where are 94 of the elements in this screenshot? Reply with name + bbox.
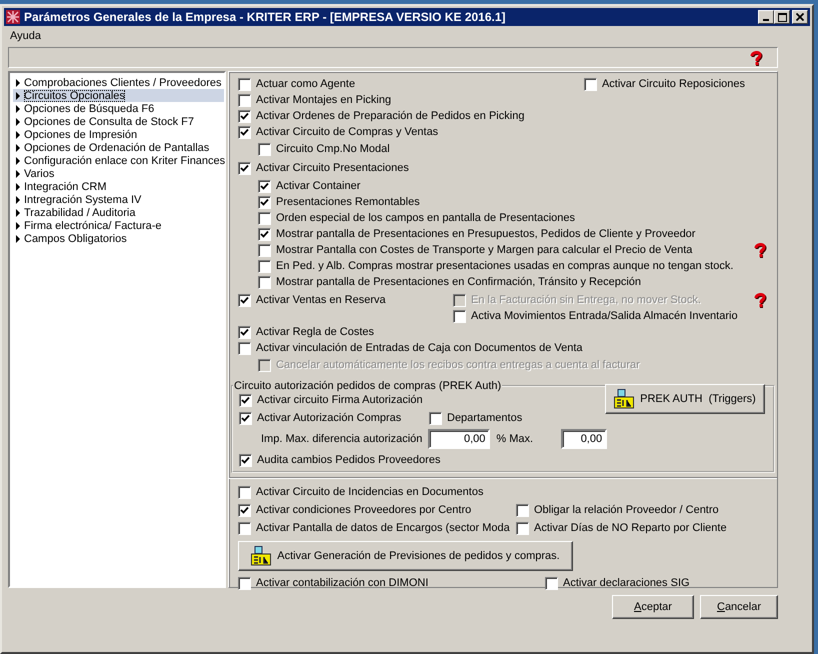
checkbox[interactable] [258,244,271,256]
tree-item[interactable]: Opciones de Ordenación de Pantallas [13,141,224,154]
checkbox[interactable] [453,310,466,322]
group-title: Circuito autorización pedidos de compras (PREK Auth) [233,380,502,392]
checkbox-label: Activar Ventas en Reserva [256,294,386,306]
checkbox-label: Activar Container [276,180,360,192]
checkbox-label: Activar contabilización con DIMONI [256,577,428,589]
checkbox[interactable] [238,486,251,498]
checkbox-label: Obligar la relación Proveedor / Centro [534,504,719,516]
tree-item[interactable]: Integración CRM [13,180,224,193]
menu-item[interactable]: Ayuda [10,30,41,42]
tree-item[interactable]: Opciones de Impresión [13,128,224,141]
checkbox-label: Mostrar pantalla de Presentaciones en Confirmación, Tránsito y Recepción [276,276,642,288]
checkbox[interactable] [238,576,251,590]
app-icon [6,10,20,24]
checkbox[interactable] [258,142,271,156]
prek-auth-button[interactable]: PREK AUTH (Triggers) [605,384,765,414]
field-label: Imp. Max. diferencia autorización [261,433,422,445]
checkbox-label: Activar Montajes en Picking [256,94,392,106]
checkbox[interactable] [258,228,271,240]
minimize-button[interactable] [758,10,774,24]
checkbox-label: Activar Pantalla de datos de Encargos (sector Moda [256,522,510,534]
checkbox[interactable] [238,110,251,122]
checkbox-label: Activar circuito Firma Autorización [257,394,423,406]
checkbox-label: Activar Circuito Presentaciones [256,162,409,174]
amount-field[interactable]: 0,00 [428,429,490,449]
checkbox-label: Circuito Cmp.No Modal [276,143,390,155]
tree-item[interactable]: Opciones de Búsqueda F6 [13,102,224,115]
checkbox-label: Activar Circuito de Incidencias en Documentos [256,486,484,498]
tree-item[interactable]: Comprobaciones Clientes / Proveedores [13,76,224,89]
checkbox[interactable] [545,576,558,590]
tree-item[interactable]: Varios [13,167,224,180]
checkbox-label: Activar Regla de Costes [256,326,374,338]
checkbox-label: Actuar como Agente [256,78,356,90]
checkbox[interactable] [258,212,271,224]
forecast-button[interactable]: Activar Generación de Previsiones de pedidos y compras. [238,541,573,571]
checkbox[interactable] [238,162,251,174]
checkbox-label: Departamentos [447,412,522,424]
checkbox-label: Activar declaraciones SIG [563,577,690,589]
checkbox-label: Activar Circuito de Compras y Ventas [256,126,438,138]
checkbox[interactable] [258,180,271,192]
tree-item[interactable]: Firma electrónica/ Factura-e [13,219,224,232]
checkbox[interactable] [429,412,442,424]
checkbox[interactable] [238,342,251,354]
tree-item[interactable]: Opciones de Consulta de Stock F7 [13,115,224,128]
checkbox[interactable] [239,412,252,424]
maximize-icon [778,12,786,22]
close-icon [796,13,804,21]
tree-item[interactable]: Intregración Systema IV [13,193,224,206]
checkbox[interactable] [258,196,271,208]
checkbox-label: Presentaciones Remontables [276,196,420,208]
database-icon [614,389,634,409]
tree-item[interactable]: Circuitos Opcionales [13,89,224,102]
help-icon[interactable] [753,242,767,258]
percent-field[interactable]: 0,00 [561,429,608,449]
checkbox-label: Mostrar Pantalla con Costes de Transporte y Margen para calcular el Precio de Venta [276,244,692,256]
checkbox-label: Cancelar automáticamente los recibos contra entregas a cuenta al facturar [276,359,640,371]
checkbox[interactable] [258,276,271,288]
tree-item[interactable]: Campos Obligatorios [13,232,224,245]
checkbox[interactable] [258,260,271,272]
field-label: % Max. [496,433,534,445]
checkbox[interactable] [238,94,251,106]
checkbox[interactable] [238,78,251,90]
close-button[interactable] [792,10,808,24]
dialog-button[interactable]: Cancelar [700,595,778,619]
checkbox[interactable] [238,522,251,534]
help-icon[interactable] [749,50,763,66]
checkbox[interactable] [516,522,529,534]
checkbox-label: Activar vinculación de Entradas de Caja con Documentos de Venta [256,342,583,354]
checkbox[interactable] [238,126,251,138]
checkbox-label: Audita cambios Pedidos Proveedores [257,454,440,466]
checkbox-label: En la Facturación sin Entrega, no mover Stock. [471,294,701,306]
window-title: Parámetros Generales de la Empresa - KRITER ERP - [EMPRESA VERSIO KE 2016.1] [24,10,507,24]
checkbox-label: En Ped. y Alb. Compras mostrar presentaciones usadas en compras aunque no tengan stock. [276,260,734,272]
checkbox[interactable] [238,294,251,306]
checkbox[interactable] [238,504,251,516]
tree-item[interactable]: Configuración enlace con Kriter Finances [13,154,224,167]
checkbox[interactable] [584,78,597,90]
checkbox-label: Activar condiciones Proveedores por Centro [256,504,472,516]
database-icon [251,546,272,566]
checkbox-label: Activa Movimientos Entrada/Salida Almacén Inventario [471,310,738,322]
maximize-button[interactable] [774,10,790,24]
checkbox[interactable] [238,326,251,338]
checkbox-label: Activar Circuito Reposiciones [602,78,745,90]
checkbox-label: Activar Días de NO Reparto por Cliente [534,522,727,534]
checkbox[interactable] [516,504,529,516]
checkbox[interactable] [239,454,252,466]
checkbox[interactable] [239,394,252,406]
checkbox-label: Activar Autorización Compras [257,412,402,424]
dialog-button[interactable]: Aceptar [612,595,694,619]
checkbox-label: Mostrar pantalla de Presentaciones en Presupuestos, Pedidos de Cliente y Proveedor [276,228,696,240]
checkbox-label: Activar Ordenes de Preparación de Pedidos en Picking [256,110,524,122]
checkbox-label: Orden especial de los campos en pantalla de Presentaciones [276,212,576,224]
tree-item[interactable]: Trazabilidad / Auditoria [13,206,224,219]
